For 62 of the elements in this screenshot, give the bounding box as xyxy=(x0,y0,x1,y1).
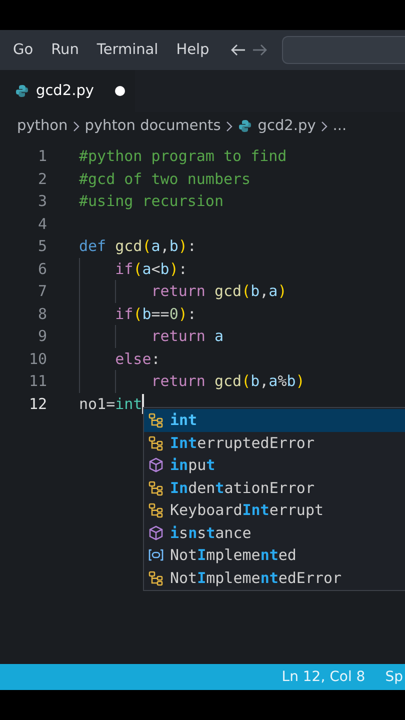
breadcrumb-item[interactable]: gcd2.py xyxy=(258,118,316,134)
class-icon xyxy=(148,412,164,428)
menu-item[interactable]: Go xyxy=(4,42,42,58)
suggestion-item[interactable]: isnstance xyxy=(144,522,405,544)
suggestion-label: input xyxy=(170,456,216,474)
chevron-icon xyxy=(226,120,233,132)
code-line: if(a<b): xyxy=(114,258,188,280)
code-line: else: xyxy=(114,348,160,370)
suggestion-item[interactable]: input xyxy=(144,454,405,476)
code-line: #gcd of two numbers xyxy=(79,168,251,190)
line-number: 11 xyxy=(28,371,47,392)
suggestion-item[interactable]: KeyboardInterrupt xyxy=(144,499,405,522)
suggestion-label: KeyboardInterrupt xyxy=(170,501,324,520)
breadcrumb-item[interactable]: pyhton documents xyxy=(84,118,221,134)
line-number: 5 xyxy=(36,236,47,257)
line-number: 7 xyxy=(36,281,47,302)
line-number: 8 xyxy=(36,304,47,324)
suggestion-label: isnstance xyxy=(170,524,252,542)
suggestion-item[interactable]: IndentationError xyxy=(144,476,405,499)
cube-icon xyxy=(148,524,164,541)
code-line: return a xyxy=(150,326,224,347)
menu-item[interactable]: Terminal xyxy=(88,42,168,58)
line-number: 1 xyxy=(36,146,47,167)
code-line: #using recursion xyxy=(79,191,224,212)
suggestion-item[interactable]: int xyxy=(144,409,405,432)
suggestion-label: int xyxy=(170,411,198,430)
suggestion-item[interactable]: NotImplementedError xyxy=(144,566,405,589)
line-number: 12 xyxy=(28,394,47,414)
menu-item[interactable]: Run xyxy=(42,42,88,58)
suggestion-item[interactable]: NotImplemented xyxy=(144,544,405,566)
class-icon xyxy=(148,480,164,496)
class-icon xyxy=(148,502,164,518)
code-line: def gcd(a,b): xyxy=(79,236,196,257)
suggestion-label: InterruptedError xyxy=(170,434,314,452)
breadcrumb-item[interactable]: python xyxy=(17,118,68,134)
back-arrow-icon[interactable] xyxy=(230,43,246,57)
menu-item[interactable]: Help xyxy=(167,42,218,58)
line-number: 3 xyxy=(36,191,47,212)
class-icon xyxy=(148,434,164,451)
suggestion-item[interactable]: InterruptedError xyxy=(144,432,405,454)
line-number: 10 xyxy=(28,348,47,370)
line-number: 2 xyxy=(36,168,47,190)
code-line: return gcd(b,a%b) xyxy=(150,371,305,392)
variable-icon xyxy=(148,547,164,564)
line-number: 4 xyxy=(36,214,47,234)
class-icon xyxy=(148,570,164,586)
suggestion-label: NotImplemented xyxy=(170,546,296,564)
code-line: return gcd(b,a) xyxy=(150,281,287,302)
suggestion-label: IndentationError xyxy=(170,478,314,497)
suggestion-label: NotImplementedError xyxy=(170,568,342,587)
chevron-icon xyxy=(72,120,80,132)
code-line: if(b==0): xyxy=(114,304,196,324)
line-number: 6 xyxy=(36,258,47,280)
search-field[interactable] xyxy=(282,36,405,64)
code-line: #python program to find xyxy=(79,146,287,167)
breadcrumb-item[interactable]: ... xyxy=(332,118,347,134)
line-number: 9 xyxy=(36,326,47,347)
python-icon xyxy=(15,84,29,98)
chevron-icon xyxy=(320,120,328,132)
code-line: no1=int xyxy=(79,394,142,414)
python-icon xyxy=(238,119,252,133)
cube-icon xyxy=(148,457,164,474)
